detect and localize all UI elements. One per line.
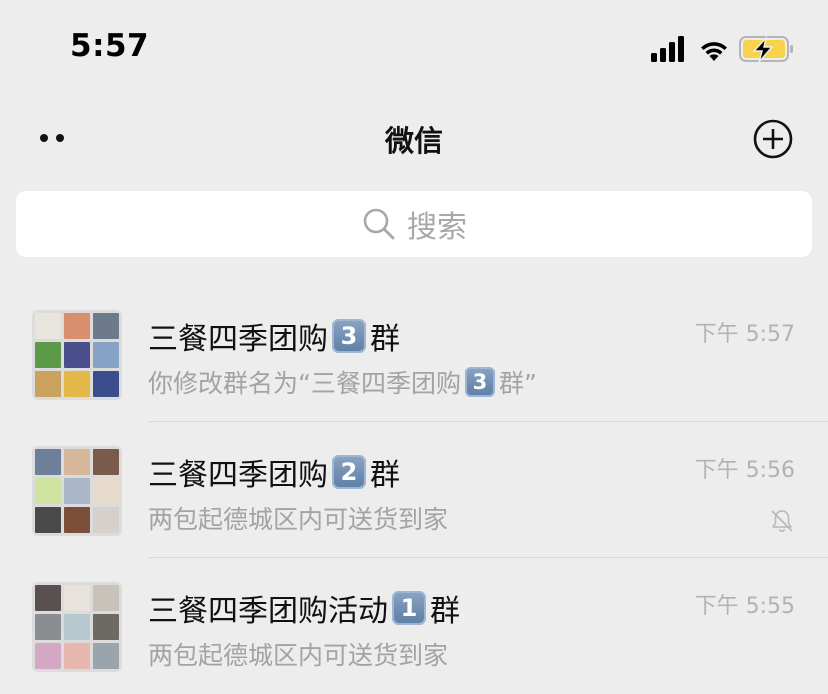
chat-title-suffix: 群 <box>430 594 460 629</box>
avatar <box>93 585 119 611</box>
avatar <box>93 342 119 368</box>
avatar <box>64 643 90 669</box>
avatar <box>64 371 90 397</box>
avatar <box>93 614 119 640</box>
chat-time: 下午 5:57 <box>694 322 795 347</box>
chat-item[interactable]: 三餐四季团购 2 群 两包起德城区内可送货到家 下午 5:56 <box>0 422 828 558</box>
avatar <box>35 507 61 533</box>
chat-preview-text: 你修改群名为“三餐四季团购 <box>148 369 461 398</box>
group-avatar <box>32 582 122 672</box>
avatar <box>35 449 61 475</box>
nav-bar: 微信 <box>0 96 828 184</box>
chat-preview-text: 两包起德城区内可送货到家 <box>148 641 449 670</box>
avatar <box>35 643 61 669</box>
avatar <box>35 371 61 397</box>
chat-title: 三餐四季团购 3 群 <box>148 314 400 358</box>
chat-preview: 两包起德城区内可送货到家 <box>148 500 448 536</box>
wifi-icon <box>701 42 727 61</box>
status-time: 5:57 <box>70 28 150 64</box>
group-avatar <box>32 446 122 536</box>
avatar <box>93 478 119 504</box>
search-icon <box>363 208 395 240</box>
chat-list: 三餐四季团购 3 群 你修改群名为“三餐四季团购 3 群” 下午 5:57 三餐… <box>0 286 828 694</box>
chat-title-text: 三餐四季团购活动 <box>148 594 388 629</box>
chat-title-suffix: 群 <box>370 458 400 493</box>
chat-time: 下午 5:56 <box>694 458 795 483</box>
mute-bell-icon <box>771 510 793 532</box>
avatar <box>64 342 90 368</box>
avatar <box>64 507 90 533</box>
search-placeholder: 搜索 <box>407 210 467 245</box>
avatar <box>93 371 119 397</box>
avatar <box>64 449 90 475</box>
chat-title-text: 三餐四季团购 <box>148 458 328 493</box>
search-input[interactable]: 搜索 <box>16 191 812 257</box>
status-bar: 5:57 <box>0 0 828 96</box>
avatar <box>64 585 90 611</box>
avatar <box>35 478 61 504</box>
chat-title: 三餐四季团购活动 1 群 <box>148 586 460 630</box>
status-icons <box>651 35 793 63</box>
avatar <box>35 313 61 339</box>
chat-item[interactable]: 三餐四季团购 3 群 你修改群名为“三餐四季团购 3 群” 下午 5:57 <box>0 286 828 422</box>
chat-title-suffix: 群 <box>370 322 400 357</box>
avatar <box>93 313 119 339</box>
chat-item[interactable]: 三餐四季团购活动 1 群 两包起德城区内可送货到家 下午 5:55 <box>0 558 828 694</box>
group-avatar <box>32 310 122 400</box>
avatar <box>64 614 90 640</box>
page-title: 微信 <box>384 124 443 158</box>
keycap-badge: 3 <box>332 319 366 353</box>
cellular-signal-icon <box>651 36 684 62</box>
battery-charging-icon <box>739 35 793 63</box>
avatar <box>64 478 90 504</box>
avatar <box>93 507 119 533</box>
keycap-badge: 3 <box>464 367 495 397</box>
avatar <box>35 585 61 611</box>
add-circle-icon[interactable] <box>752 118 794 160</box>
avatar <box>64 313 90 339</box>
chat-preview-text: 两包起德城区内可送货到家 <box>148 505 449 534</box>
avatar <box>35 342 61 368</box>
avatar <box>93 449 119 475</box>
keycap-badge: 1 <box>392 591 426 625</box>
chat-preview: 两包起德城区内可送货到家 <box>148 636 448 672</box>
keycap-badge: 2 <box>332 455 366 489</box>
avatar <box>35 614 61 640</box>
chat-title: 三餐四季团购 2 群 <box>148 450 400 494</box>
chat-preview-suffix: 群” <box>498 369 537 398</box>
chat-title-text: 三餐四季团购 <box>148 322 328 357</box>
avatar <box>93 643 119 669</box>
chat-preview: 你修改群名为“三餐四季团购 3 群” <box>148 364 537 400</box>
chat-time: 下午 5:55 <box>694 594 795 619</box>
